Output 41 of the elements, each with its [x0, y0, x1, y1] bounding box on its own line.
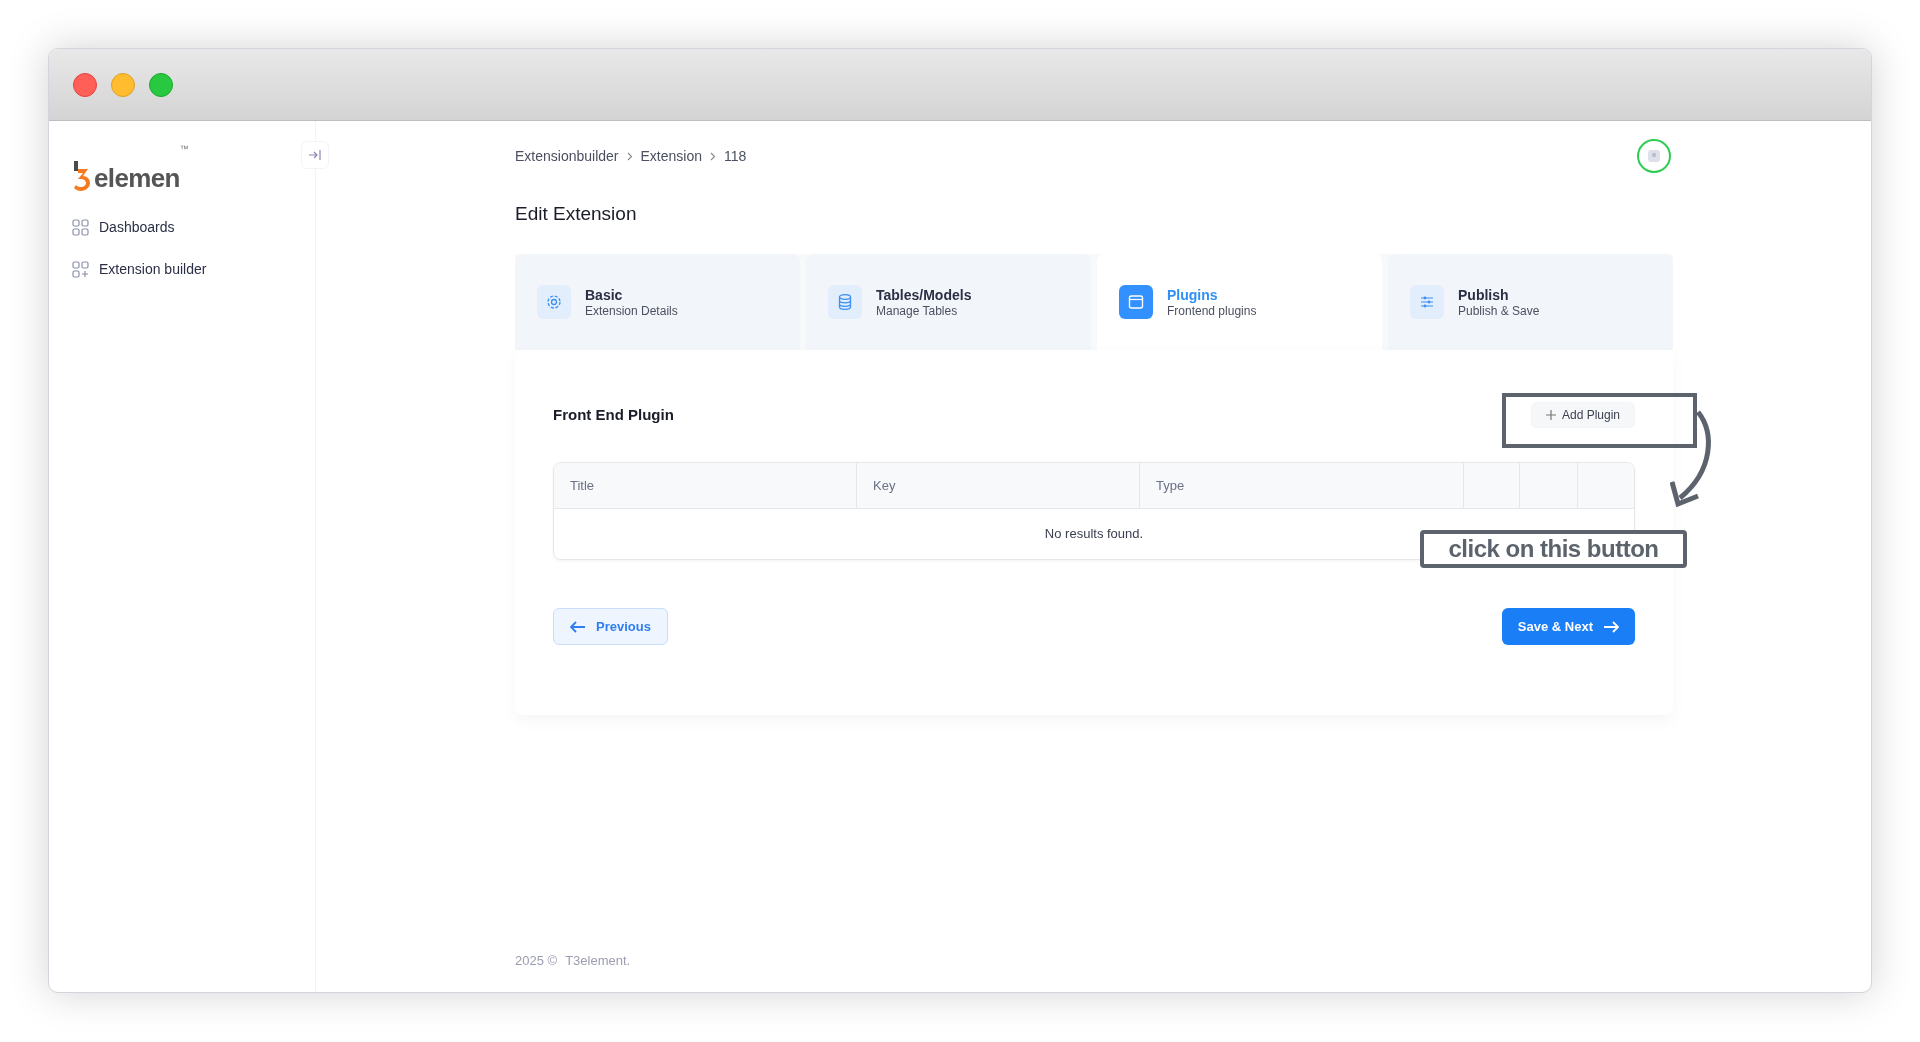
step-tab[interactable]: Plugins Frontend plugins	[1097, 254, 1382, 350]
sidebar-item[interactable]: Extension builder	[65, 251, 299, 287]
footer-brand: T3element.	[565, 951, 631, 970]
save-next-button[interactable]: Save & Next	[1501, 608, 1635, 645]
avatar[interactable]	[1637, 139, 1671, 173]
step-tab[interactable]: Tables/Models Manage Tables	[806, 254, 1091, 350]
collapse-sidebar-button[interactable]	[301, 141, 329, 169]
breadcrumb-link[interactable]: Extensionbuilder	[515, 145, 619, 167]
add-plugin-button[interactable]: Add Plugin	[1530, 402, 1635, 428]
column-header: Key	[857, 463, 1140, 508]
grid-plus-icon	[72, 260, 89, 278]
logo-text: elemen	[94, 165, 180, 191]
breadcrumb-current: 118	[724, 146, 747, 166]
column-header: Type	[1140, 463, 1464, 508]
user-icon	[1647, 149, 1661, 163]
step-tab[interactable]: Publish Publish & Save	[1388, 254, 1673, 350]
page-title: Edit Extension	[515, 202, 638, 226]
close-button[interactable]	[73, 72, 97, 97]
gear-icon	[545, 293, 563, 311]
previous-button[interactable]: Previous	[553, 608, 668, 645]
arrow-right-icon	[1603, 620, 1619, 633]
grid-icon	[72, 218, 89, 236]
section-title: Front End Plugin	[553, 404, 674, 425]
plus-icon	[1545, 410, 1556, 420]
database-icon	[836, 293, 854, 311]
step-tab[interactable]: Basic Extension Details	[515, 254, 800, 350]
sidebar-item[interactable]: Dashboards	[65, 209, 299, 245]
breadcrumb-link[interactable]: Extension	[640, 145, 702, 167]
trademark: ™	[179, 143, 189, 156]
annotation-label: click on this button	[1420, 530, 1687, 568]
arrow-left-icon	[570, 620, 586, 633]
collapse-icon	[309, 150, 321, 160]
chevron-right-icon	[710, 151, 716, 161]
maximize-button[interactable]	[149, 72, 173, 97]
column-header: Title	[554, 463, 857, 508]
minimize-button[interactable]	[111, 72, 135, 97]
empty-message: No results found.	[1044, 525, 1144, 544]
logo-mark-icon	[72, 161, 92, 191]
window-icon	[1127, 293, 1145, 311]
chevron-right-icon	[626, 151, 633, 161]
copyright-year: 2025 ©	[515, 951, 558, 970]
